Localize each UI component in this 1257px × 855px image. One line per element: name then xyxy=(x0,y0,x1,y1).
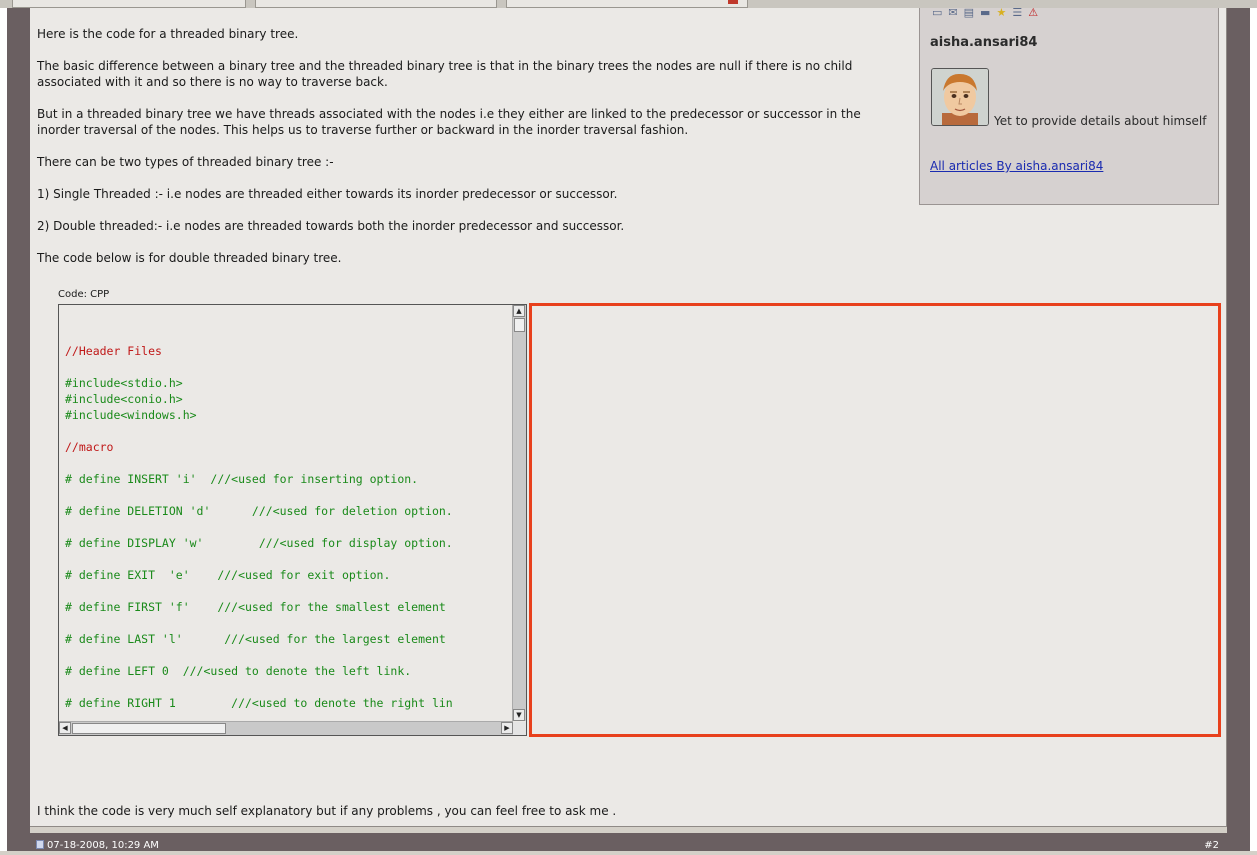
code-line: # define FIRST 'f' ///<used for the smal… xyxy=(65,600,446,614)
code-lines: //Header Files #include<stdio.h> #include… xyxy=(65,343,453,711)
code-line: #include<windows.h> xyxy=(65,408,197,422)
forum-post: Here is the code for a threaded binary t… xyxy=(30,7,1227,827)
browser-tab[interactable] xyxy=(255,0,497,8)
page-frame-left xyxy=(7,8,30,855)
scroll-left-arrow-icon[interactable]: ◀ xyxy=(59,722,71,734)
highlighted-region xyxy=(529,303,1221,737)
code-line: # define RIGHT 1 ///<used to denote the … xyxy=(65,696,453,710)
profile-icon[interactable]: ▭ xyxy=(932,7,942,18)
code-line: # define DELETION 'd' ///<used for delet… xyxy=(65,504,453,518)
post-paragraph: 1) Single Threaded :- i.e nodes are thre… xyxy=(37,187,618,201)
scroll-up-arrow-icon[interactable]: ▲ xyxy=(513,305,525,317)
code-vertical-scrollbar[interactable]: ▲ ▼ xyxy=(512,305,526,721)
author-name[interactable]: aisha.ansari84 xyxy=(930,35,1037,50)
scrollbar-thumb-vertical[interactable] xyxy=(514,318,525,332)
page-margin-left xyxy=(0,8,7,855)
code-language-label: Code: CPP xyxy=(58,289,110,300)
author-description: Yet to provide details about himself xyxy=(994,114,1207,128)
avatar-face-icon xyxy=(932,69,988,125)
avatar[interactable] xyxy=(931,68,989,126)
post-document-icon xyxy=(36,840,44,849)
message-icon[interactable]: ✉ xyxy=(948,7,957,18)
tab-close-icon[interactable] xyxy=(728,0,738,4)
author-card: ▭ ✉ ▤ ▬ ★ ☰ ⚠ aisha.ansari84 Yet to prov… xyxy=(919,7,1219,205)
blog-icon[interactable]: ▤ xyxy=(964,7,974,18)
warning-icon[interactable]: ⚠ xyxy=(1028,7,1038,18)
browser-tab[interactable] xyxy=(12,0,246,8)
post-paragraph: 2) Double threaded:- i.e nodes are threa… xyxy=(37,219,625,233)
code-line: # define LEFT 0 ///<used to denote the l… xyxy=(65,664,412,678)
post-paragraph: Here is the code for a threaded binary t… xyxy=(37,27,299,41)
post-paragraph: The code below is for double threaded bi… xyxy=(37,251,342,265)
browser-tab-active[interactable] xyxy=(506,0,748,8)
scrollbar-corner xyxy=(513,722,526,735)
scroll-down-arrow-icon[interactable]: ▼ xyxy=(513,709,525,721)
code-horizontal-scrollbar[interactable]: ◀ ▶ xyxy=(59,721,513,735)
post-paragraph: But in a threaded binary tree we have th… xyxy=(37,107,861,137)
post-body: Here is the code for a threaded binary t… xyxy=(37,26,907,282)
code-line: # define INSERT 'i' ///<used for inserti… xyxy=(65,472,419,486)
post-closing-text: I think the code is very much self expla… xyxy=(37,804,617,818)
next-post-number[interactable]: #2 xyxy=(1204,840,1219,851)
code-line: //Header Files xyxy=(65,344,162,358)
code-viewport: //Header Files #include<stdio.h> #include… xyxy=(59,305,512,721)
author-articles-link[interactable]: All articles By aisha.ansari84 xyxy=(930,159,1103,173)
code-line: # define EXIT 'e' ///<used for exit opti… xyxy=(65,568,391,582)
code-line: # define DISPLAY 'w' ///<used for displa… xyxy=(65,536,453,550)
post-paragraph: The basic difference between a binary tr… xyxy=(37,59,853,89)
code-line: #include<conio.h> xyxy=(65,392,183,406)
code-line: //macro xyxy=(65,440,114,454)
code-line: # define LAST 'l' ///<used for the large… xyxy=(65,632,446,646)
status-strip xyxy=(0,851,1257,855)
next-post-date-text: 07-18-2008, 10:29 AM xyxy=(47,840,159,851)
list-icon[interactable]: ☰ xyxy=(1012,7,1022,18)
page-margin-right xyxy=(1250,8,1257,855)
post-paragraph: There can be two types of threaded binar… xyxy=(37,155,334,169)
author-icon-row: ▭ ✉ ▤ ▬ ★ ☰ ⚠ xyxy=(932,7,1038,18)
code-block[interactable]: //Header Files #include<stdio.h> #include… xyxy=(58,304,527,736)
star-icon[interactable]: ★ xyxy=(996,7,1006,18)
scroll-right-arrow-icon[interactable]: ▶ xyxy=(501,722,513,734)
car-icon[interactable]: ▬ xyxy=(980,7,990,18)
code-line: #include<stdio.h> xyxy=(65,376,183,390)
next-post-date: 07-18-2008, 10:29 AM xyxy=(36,840,159,851)
scrollbar-thumb-horizontal[interactable] xyxy=(72,723,226,734)
